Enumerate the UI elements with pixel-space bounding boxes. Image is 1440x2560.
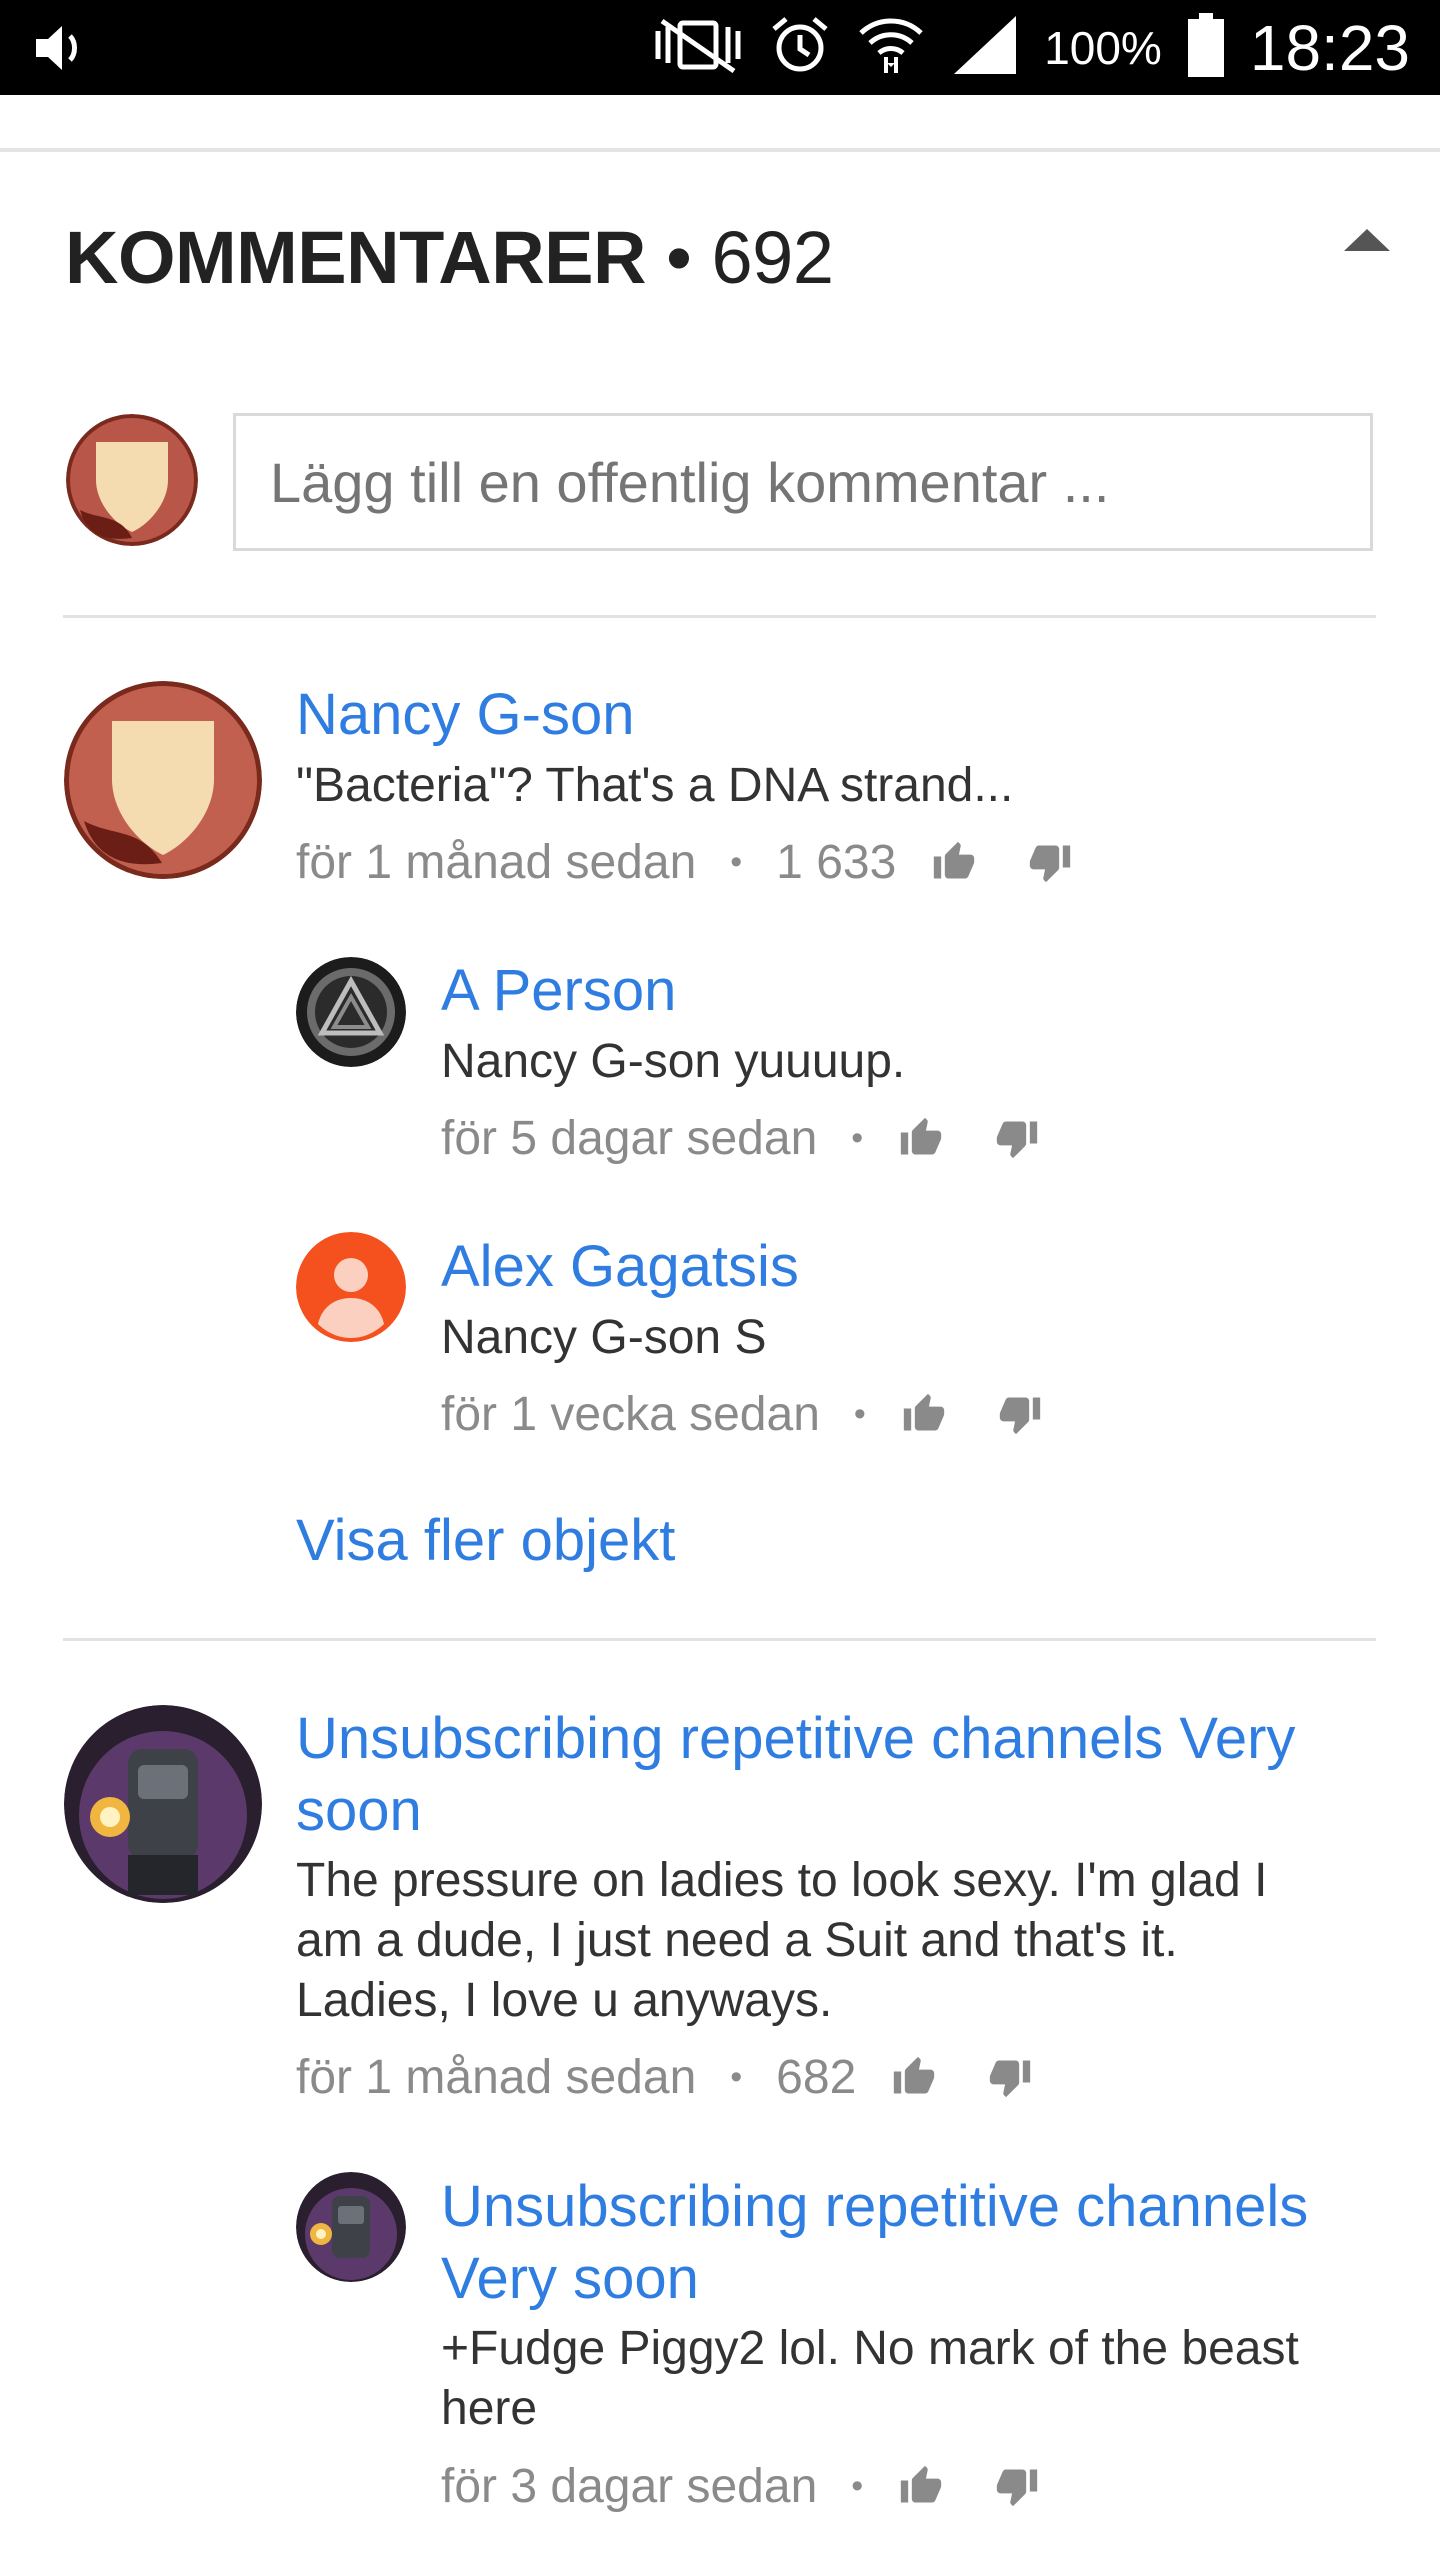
comment-time: för 1 månad sedan xyxy=(296,835,697,889)
reply-time: för 3 dagar sedan xyxy=(441,2459,818,2513)
top-divider xyxy=(0,148,1440,152)
comment-author-line: soon xyxy=(296,1778,422,1843)
reply-author-line: Unsubscribing repetitive channels xyxy=(441,2174,1309,2239)
reply-time: för 5 dagar sedan xyxy=(441,1111,818,1165)
comment-input[interactable] xyxy=(233,413,1373,551)
thumbs-down-icon[interactable] xyxy=(986,2055,1034,2099)
comment-text: The pressure on ladies to look sexy. I'm… xyxy=(296,1851,1267,2031)
meta-separator: • xyxy=(853,1394,866,1433)
reply-text: +Fudge Piggy2 lol. No mark of the beast … xyxy=(441,2319,1299,2439)
comment-author[interactable]: Unsubscribing repetitive channels Very s… xyxy=(296,1703,1295,1847)
comment-time: för 1 månad sedan xyxy=(296,2050,697,2104)
vibrate-off-icon xyxy=(652,17,744,78)
meta-separator: • xyxy=(730,842,743,881)
avatar[interactable] xyxy=(296,2172,406,2282)
collapse-icon[interactable] xyxy=(1342,225,1392,255)
meta-separator: • xyxy=(851,2466,864,2505)
comment-meta: för 1 månad sedan • 1 633 xyxy=(296,832,1074,892)
header-separator: • xyxy=(666,216,692,299)
wifi-icon xyxy=(856,13,926,82)
divider xyxy=(63,615,1376,618)
avatar[interactable] xyxy=(64,1705,262,1903)
reply-time: för 1 vecka sedan xyxy=(441,1387,820,1441)
signal-icon xyxy=(952,14,1018,81)
thumbs-down-icon[interactable] xyxy=(993,1116,1041,1160)
like-count: 682 xyxy=(776,2050,857,2104)
comment-text-line: Ladies, I love u anyways. xyxy=(296,1974,833,2027)
comment-text-line: am a dude, I just need a Suit and that's… xyxy=(296,1914,1178,1967)
thumbs-down-icon[interactable] xyxy=(996,1392,1044,1436)
comments-count: 692 xyxy=(711,216,834,299)
comment-author-line: Unsubscribing repetitive channels Very xyxy=(296,1706,1296,1771)
reply-author-line: Very soon xyxy=(441,2246,699,2311)
avatar xyxy=(66,414,198,546)
reply-author[interactable]: A Person xyxy=(441,955,676,1027)
clock: 18:23 xyxy=(1249,11,1410,84)
comment-author[interactable]: Nancy G-son xyxy=(296,679,634,751)
reply-text-line: here xyxy=(441,2382,538,2435)
battery-icon xyxy=(1187,13,1224,82)
reply-meta: för 3 dagar sedan • xyxy=(441,2456,1041,2516)
like-count: 1 633 xyxy=(776,835,897,889)
avatar[interactable] xyxy=(64,681,262,879)
comments-header: KOMMENTARER • 692 xyxy=(65,215,834,300)
volume-icon xyxy=(32,22,90,79)
avatar[interactable] xyxy=(296,957,406,1067)
reply-meta: för 5 dagar sedan • xyxy=(441,1108,1041,1168)
alarm-icon xyxy=(770,15,830,80)
reply-text: Nancy G-son S xyxy=(441,1311,767,1364)
thumbs-down-icon[interactable] xyxy=(1026,840,1074,884)
meta-separator: • xyxy=(851,1118,864,1157)
thumbs-up-icon[interactable] xyxy=(897,2464,945,2508)
thumbs-down-icon[interactable] xyxy=(993,2464,1041,2508)
battery-percentage: 100% xyxy=(1044,21,1162,74)
reply-author[interactable]: Unsubscribing repetitive channels Very s… xyxy=(441,2171,1308,2315)
thumbs-up-icon[interactable] xyxy=(900,1392,948,1436)
comment-meta: för 1 månad sedan • 682 xyxy=(296,2047,1034,2107)
avatar[interactable] xyxy=(296,1232,406,1342)
reply-author[interactable]: Alex Gagatsis xyxy=(441,1231,799,1303)
status-bar: 100% 18:23 xyxy=(0,0,1440,95)
comment-text-line: The pressure on ladies to look sexy. I'm… xyxy=(296,1854,1268,1907)
comments-title: KOMMENTARER xyxy=(65,216,646,299)
divider xyxy=(63,1638,1376,1641)
thumbs-up-icon[interactable] xyxy=(897,1116,945,1160)
reply-text-line: +Fudge Piggy2 lol. No mark of the beast xyxy=(441,2322,1299,2375)
reply-meta: för 1 vecka sedan • xyxy=(441,1384,1044,1444)
thumbs-up-icon[interactable] xyxy=(890,2055,938,2099)
thumbs-up-icon[interactable] xyxy=(930,840,978,884)
show-more-replies-link[interactable]: Visa fler objekt xyxy=(296,1505,675,1577)
comment-text: "Bacteria"? That's a DNA strand... xyxy=(296,759,1014,812)
reply-text: Nancy G-son yuuuup. xyxy=(441,1035,906,1088)
meta-separator: • xyxy=(730,2057,743,2096)
